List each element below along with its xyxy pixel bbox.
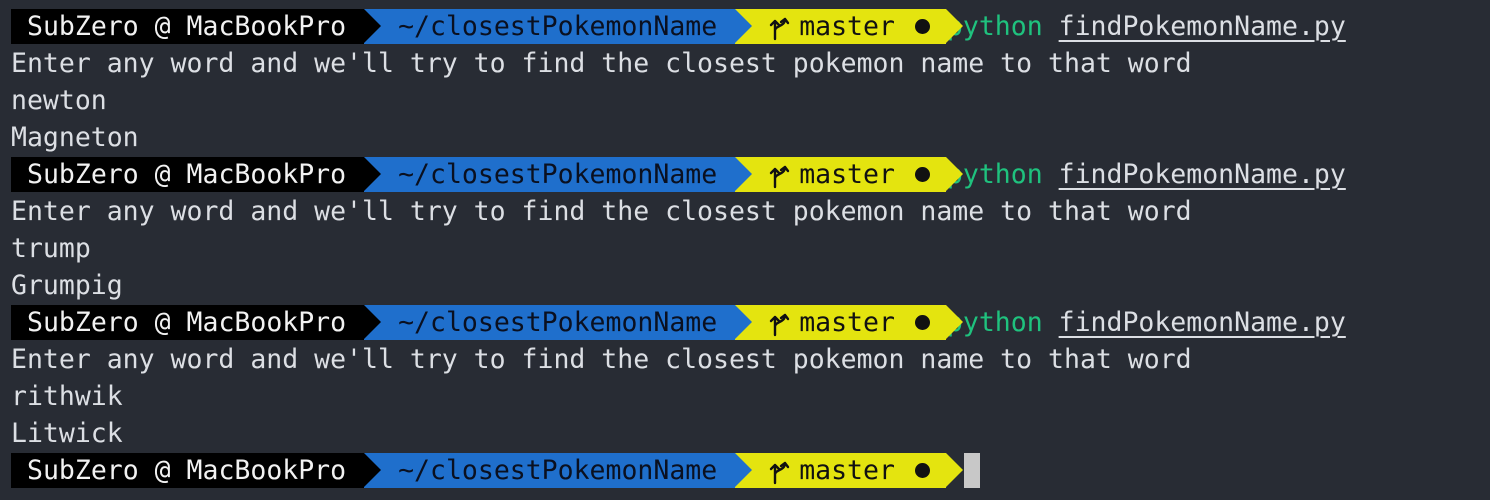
command-argument: findPokemonName.py xyxy=(1058,11,1346,42)
user-host-segment: SubZero @ MacBookPro xyxy=(11,157,382,192)
git-segment: master xyxy=(735,157,963,192)
program-prompt-text: Enter any word and we'll try to find the… xyxy=(11,196,1192,227)
user-host-segment: SubZero @ MacBookPro xyxy=(11,9,382,44)
directory-segment: ~/closestPokemonName xyxy=(364,453,753,488)
directory-label: ~/closestPokemonName xyxy=(398,455,718,486)
dirty-indicator-icon xyxy=(914,315,930,330)
user-host-segment: SubZero @ MacBookPro xyxy=(11,453,382,488)
segment-separator-icon xyxy=(364,453,382,487)
segment-separator-icon xyxy=(945,305,963,339)
git-branch-icon xyxy=(769,165,790,188)
git-segment: master xyxy=(735,305,963,340)
prompt-line: SubZero @ MacBookPro ~/closestPokemonNam… xyxy=(11,156,1490,193)
branch-label: master xyxy=(799,455,895,486)
directory-label: ~/closestPokemonName xyxy=(398,11,718,42)
prompt-line: SubZero @ MacBookPro ~/closestPokemonNam… xyxy=(11,304,1490,341)
powerline-prompt: SubZero @ MacBookPro ~/closestPokemonNam… xyxy=(11,9,963,44)
user-input: rithwik xyxy=(11,381,123,412)
dirty-indicator-icon xyxy=(914,463,930,478)
branch-label: master xyxy=(799,11,895,42)
powerline-prompt: SubZero @ MacBookPro ~/closestPokemonNam… xyxy=(11,305,963,340)
dirty-indicator-icon xyxy=(914,19,930,34)
program-output: Magneton xyxy=(11,122,139,153)
terminal-cursor[interactable] xyxy=(963,453,980,488)
prompt-line[interactable]: SubZero @ MacBookPro ~/closestPokemonNam… xyxy=(11,452,1490,489)
segment-separator-icon xyxy=(364,9,382,43)
program-prompt-text: Enter any word and we'll try to find the… xyxy=(11,48,1192,79)
command-argument: findPokemonName.py xyxy=(1058,159,1346,190)
git-branch-icon xyxy=(769,313,790,336)
powerline-prompt: SubZero @ MacBookPro ~/closestPokemonNam… xyxy=(11,157,963,192)
segment-separator-icon xyxy=(735,453,753,487)
segment-separator-icon xyxy=(735,9,753,43)
program-prompt-text: Enter any word and we'll try to find the… xyxy=(11,344,1192,375)
segment-separator-icon xyxy=(945,157,963,191)
segment-separator-icon xyxy=(364,157,382,191)
user-host-label: SubZero @ MacBookPro xyxy=(27,455,347,486)
segment-separator-icon xyxy=(945,9,963,43)
user-input: newton xyxy=(11,85,107,116)
command: python findPokemonName.py xyxy=(947,156,1346,193)
user-host-label: SubZero @ MacBookPro xyxy=(27,159,347,190)
dirty-indicator-icon xyxy=(914,167,930,182)
directory-segment: ~/closestPokemonName xyxy=(364,305,753,340)
branch-label: master xyxy=(799,159,895,190)
command: python findPokemonName.py xyxy=(947,304,1346,341)
prompt-line: SubZero @ MacBookPro ~/closestPokemonNam… xyxy=(11,8,1490,45)
segment-separator-icon xyxy=(364,305,382,339)
segment-separator-icon xyxy=(945,453,963,487)
user-host-segment: SubZero @ MacBookPro xyxy=(11,305,382,340)
user-host-label: SubZero @ MacBookPro xyxy=(27,11,347,42)
git-segment: master xyxy=(735,9,963,44)
segment-separator-icon xyxy=(735,305,753,339)
directory-segment: ~/closestPokemonName xyxy=(364,157,753,192)
program-output: Grumpig xyxy=(11,270,123,301)
command: python findPokemonName.py xyxy=(947,8,1346,45)
git-segment: master xyxy=(735,453,963,488)
directory-label: ~/closestPokemonName xyxy=(398,307,718,338)
branch-label: master xyxy=(799,307,895,338)
program-output: Litwick xyxy=(11,418,123,449)
user-input: trump xyxy=(11,233,91,264)
directory-label: ~/closestPokemonName xyxy=(398,159,718,190)
git-branch-icon xyxy=(769,461,790,484)
git-branch-icon xyxy=(769,17,790,40)
segment-separator-icon xyxy=(735,157,753,191)
command-argument: findPokemonName.py xyxy=(1058,307,1346,338)
powerline-prompt: SubZero @ MacBookPro ~/closestPokemonNam… xyxy=(11,453,963,488)
user-host-label: SubZero @ MacBookPro xyxy=(27,307,347,338)
directory-segment: ~/closestPokemonName xyxy=(364,9,753,44)
terminal-window[interactable]: SubZero @ MacBookPro ~/closestPokemonNam… xyxy=(0,0,1490,500)
